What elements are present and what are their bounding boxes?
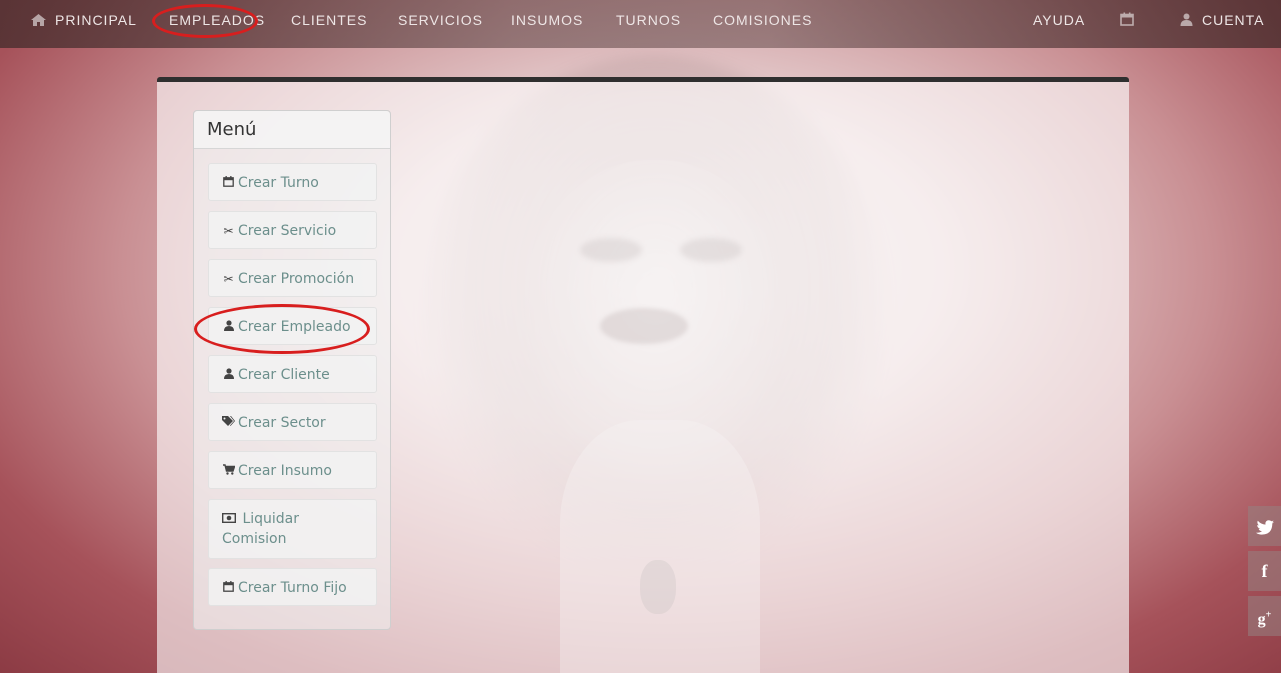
menu-item-crear-insumo[interactable]: Crear Insumo <box>208 451 377 489</box>
twitter-icon <box>1255 516 1274 536</box>
menu-item-crear-cliente[interactable]: Crear Cliente <box>208 355 377 393</box>
menu-item-crear-sector[interactable]: Crear Sector <box>208 403 377 441</box>
user-icon <box>222 365 235 385</box>
annotation-ring-empleados <box>152 4 258 38</box>
menu-item-label: Crear Turno Fijo <box>238 580 347 596</box>
nav-insumos-label: INSUMOS <box>511 12 584 28</box>
calendar-icon <box>222 578 235 598</box>
menu-item-crear-servicio[interactable]: ✂ Crear Servicio <box>208 211 377 249</box>
home-icon <box>31 1 46 41</box>
cart-icon <box>222 461 235 481</box>
menu-item-label-line1: Liquidar <box>242 511 300 527</box>
menu-item-label: Crear Cliente <box>238 367 330 383</box>
scissors-icon: ✂ <box>223 272 234 286</box>
scissors-icon: ✂ <box>223 224 234 238</box>
calendar-icon <box>222 173 235 193</box>
menu-item-label: Crear Servicio <box>238 223 337 239</box>
nav-clientes-label: CLIENTES <box>291 12 368 28</box>
google-plus-icon: g+ <box>1257 610 1272 629</box>
menu-item-label: Crear Insumo <box>238 463 332 479</box>
menu-item-crear-promocion[interactable]: ✂ Crear Promoción <box>208 259 377 297</box>
menu-item-crear-turno-fijo[interactable]: Crear Turno Fijo <box>208 568 377 606</box>
menu-item-label-line2: Comision <box>222 531 287 547</box>
twitter-button[interactable] <box>1248 506 1281 546</box>
nav-servicios-label: SERVICIOS <box>398 12 483 28</box>
menu-item-label: Crear Sector <box>238 415 326 431</box>
menu-title: Menú <box>194 111 390 149</box>
nav-principal-label: PRINCIPAL <box>55 12 137 28</box>
google-plus-button[interactable]: g+ <box>1248 596 1281 636</box>
nav-ayuda-label: AYUDA <box>1033 12 1086 28</box>
facebook-button[interactable]: f <box>1248 551 1281 591</box>
nav-calendar[interactable] <box>1120 0 1143 40</box>
menu-item-label: Crear Promoción <box>238 271 355 287</box>
nav-comisiones[interactable]: COMISIONES <box>713 0 812 40</box>
facebook-icon: f <box>1261 561 1268 581</box>
nav-turnos[interactable]: TURNOS <box>616 0 681 40</box>
menu-item-crear-turno[interactable]: Crear Turno <box>208 163 377 201</box>
annotation-ring-crear-empleado <box>194 304 370 354</box>
menu-item-liquidar-comision[interactable]: Liquidar Comision <box>208 499 377 559</box>
nav-insumos[interactable]: INSUMOS <box>511 0 583 40</box>
nav-ayuda[interactable]: AYUDA <box>1033 0 1085 40</box>
menu-item-label: Crear Turno <box>238 175 319 191</box>
nav-clientes[interactable]: CLIENTES <box>291 0 367 40</box>
nav-cuenta[interactable]: CUENTA <box>1180 0 1265 40</box>
nav-principal[interactable]: PRINCIPAL <box>31 0 137 40</box>
money-icon <box>221 509 237 529</box>
calendar-icon <box>1120 1 1134 41</box>
tags-icon <box>222 413 235 433</box>
nav-cuenta-label: CUENTA <box>1202 12 1265 28</box>
nav-comisiones-label: COMISIONES <box>713 12 813 28</box>
nav-turnos-label: TURNOS <box>616 12 682 28</box>
side-menu: Menú Crear Turno ✂ Crear Servicio ✂ Crear … <box>193 110 391 630</box>
nav-servicios[interactable]: SERVICIOS <box>398 0 483 40</box>
account-icon <box>1180 1 1193 41</box>
